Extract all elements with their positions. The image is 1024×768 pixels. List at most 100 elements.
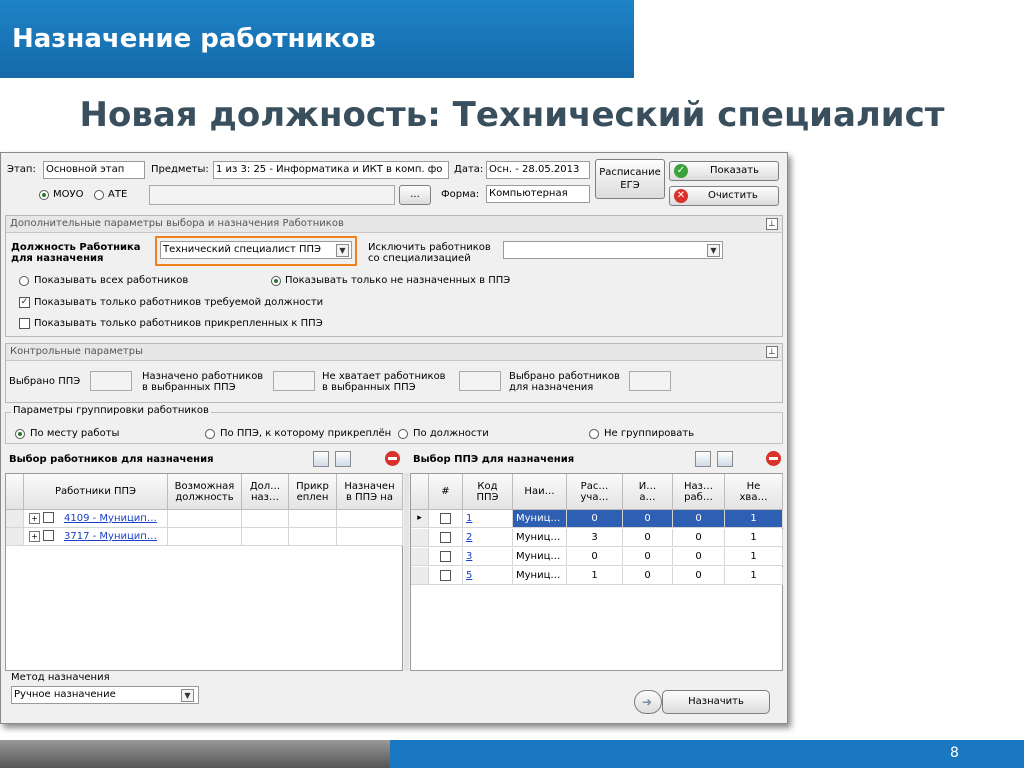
- show-button-label: Показать: [710, 165, 759, 176]
- ppe-code-link[interactable]: 2: [463, 532, 472, 543]
- row-checkbox[interactable]: [440, 551, 451, 562]
- ppe-name-cell: Муниц…: [513, 529, 567, 547]
- selected-workers-value: [629, 371, 671, 391]
- remove-icon[interactable]: [766, 451, 781, 466]
- radio-group-none[interactable]: [589, 429, 599, 439]
- filter-icon[interactable]: [695, 451, 711, 467]
- assigned-label: Назначено работников в выбранных ППЭ: [142, 371, 264, 393]
- col-possible-position[interactable]: Возможная должность: [168, 474, 242, 510]
- ppe-value-cell: 0: [623, 567, 673, 585]
- workers-grid-title: Выбор работников для назначения: [9, 454, 214, 465]
- radio-show-unassigned[interactable]: [271, 276, 281, 286]
- chevron-down-icon[interactable]: ▼: [181, 689, 194, 702]
- checkbox-required-position[interactable]: ✓: [19, 297, 30, 308]
- worker-org-link[interactable]: 4109 - Муницип…: [64, 510, 157, 527]
- col-ppe-name[interactable]: Наи…: [513, 474, 567, 510]
- row-checkbox[interactable]: [43, 530, 54, 541]
- stage-field[interactable]: Основной этап: [43, 161, 145, 179]
- pin-icon[interactable]: ⊥: [766, 218, 778, 230]
- clear-button[interactable]: ✕ Очистить: [669, 186, 779, 206]
- ppe-code-link[interactable]: 3: [463, 551, 472, 562]
- missing-value: [459, 371, 501, 391]
- col-ppe-code[interactable]: Код ППЭ: [463, 474, 513, 510]
- radio-group-ppe-label: По ППЭ, к которому прикреплён: [220, 428, 392, 439]
- checkbox-attached[interactable]: [19, 318, 30, 329]
- ppe-value-cell: 0: [623, 510, 673, 528]
- slide-header-bar: Назначение работников: [0, 0, 634, 78]
- worker-org-link[interactable]: 3717 - Муницип…: [64, 528, 157, 545]
- slide-header-text: Назначение работников: [12, 24, 376, 54]
- row-checkbox[interactable]: [440, 532, 451, 543]
- form-field[interactable]: Компьютерная: [486, 185, 590, 203]
- assigned-value: [273, 371, 315, 391]
- ppe-value-cell: 1: [725, 529, 783, 547]
- date-field[interactable]: Осн. - 28.05.2013: [486, 161, 590, 179]
- grid-header-indicator: [6, 474, 24, 510]
- selected-workers-label: Выбрано работников для назначения: [509, 371, 620, 393]
- col-missing[interactable]: Не хва…: [725, 474, 783, 510]
- ppe-code-link[interactable]: 5: [463, 570, 472, 581]
- copy-icon[interactable]: [335, 451, 351, 467]
- method-select-value: Ручное назначение: [14, 689, 116, 700]
- subjects-label: Предметы:: [151, 164, 209, 175]
- ppe-grid: # Код ППЭ Наи… Рас… уча… И… а… Наз… раб……: [410, 473, 783, 671]
- radio-group-workplace[interactable]: [15, 429, 25, 439]
- row-checkbox[interactable]: [43, 512, 54, 523]
- position-select[interactable]: Технический специалист ППЭ: [160, 241, 352, 259]
- chevron-down-icon[interactable]: ▼: [336, 244, 349, 257]
- ppe-value-cell: 1: [725, 567, 783, 585]
- remove-icon[interactable]: [385, 451, 400, 466]
- col-position-assigned[interactable]: Дол… наз…: [242, 474, 289, 510]
- assign-button[interactable]: Назначить: [662, 690, 770, 714]
- ppe-value-cell: 1: [725, 510, 783, 528]
- grid-splitter[interactable]: [404, 473, 409, 671]
- expand-icon[interactable]: +: [29, 531, 40, 542]
- radio-group-position-label: По должности: [413, 428, 489, 439]
- col-number[interactable]: #: [429, 474, 463, 510]
- ellipsis-button[interactable]: ...: [399, 185, 431, 205]
- col-i-a[interactable]: И… а…: [623, 474, 673, 510]
- clear-icon: ✕: [674, 189, 688, 203]
- chevron-down-icon[interactable]: ▼: [707, 244, 720, 257]
- exclude-label: Исключить работников со специализацией: [368, 242, 491, 264]
- col-attached[interactable]: Прикр еплен: [289, 474, 337, 510]
- date-label: Дата:: [454, 164, 484, 175]
- expand-icon[interactable]: +: [29, 513, 40, 524]
- form-label: Форма:: [441, 189, 480, 200]
- schedule-button[interactable]: Расписание ЕГЭ: [595, 159, 665, 199]
- row-checkbox[interactable]: [440, 513, 451, 524]
- slide-title: Новая должность: Технический специалист: [79, 95, 945, 135]
- exclude-select[interactable]: [503, 241, 723, 259]
- radio-ate[interactable]: [94, 190, 104, 200]
- col-seats[interactable]: Рас… уча…: [567, 474, 623, 510]
- ppe-value-cell: 0: [567, 510, 623, 528]
- ppe-grid-title: Выбор ППЭ для назначения: [413, 454, 575, 465]
- method-label: Метод назначения: [11, 672, 110, 683]
- page-number: 8: [950, 745, 959, 761]
- control-params-header: Контрольные параметры: [6, 344, 782, 361]
- radio-mouo[interactable]: [39, 190, 49, 200]
- ppe-value-cell: 3: [567, 529, 623, 547]
- row-checkbox[interactable]: [440, 570, 451, 581]
- assign-arrow-icon[interactable]: ➜: [634, 690, 662, 714]
- radio-group-none-label: Не группировать: [604, 428, 695, 439]
- col-assigned-in-ppe[interactable]: Назначен в ППЭ на: [337, 474, 403, 510]
- pin-icon[interactable]: ⊥: [766, 346, 778, 358]
- subjects-field[interactable]: 1 из 3: 25 - Информатика и ИКТ в комп. ф…: [213, 161, 449, 179]
- radio-show-all-label: Показывать всех работников: [34, 275, 189, 286]
- ppe-value-cell: 0: [673, 567, 725, 585]
- radio-group-position[interactable]: [398, 429, 408, 439]
- copy-icon[interactable]: [717, 451, 733, 467]
- radio-show-all[interactable]: [19, 276, 29, 286]
- radio-show-unassigned-label: Показывать только не назначенных в ППЭ: [285, 275, 511, 286]
- show-button[interactable]: ✓ Показать: [669, 161, 779, 181]
- col-workers-ppe[interactable]: Работники ППЭ: [24, 474, 168, 510]
- method-select[interactable]: Ручное назначение: [11, 686, 199, 704]
- ppe-code-link[interactable]: 1: [463, 513, 472, 524]
- col-assigned-workers[interactable]: Наз… раб…: [673, 474, 725, 510]
- radio-group-ppe[interactable]: [205, 429, 215, 439]
- app-window: Этап: Основной этап Предметы: 1 из 3: 25…: [0, 152, 788, 724]
- checkbox-attached-label: Показывать только работников прикрепленн…: [34, 318, 323, 329]
- check-icon: ✓: [674, 164, 688, 178]
- filter-icon[interactable]: [313, 451, 329, 467]
